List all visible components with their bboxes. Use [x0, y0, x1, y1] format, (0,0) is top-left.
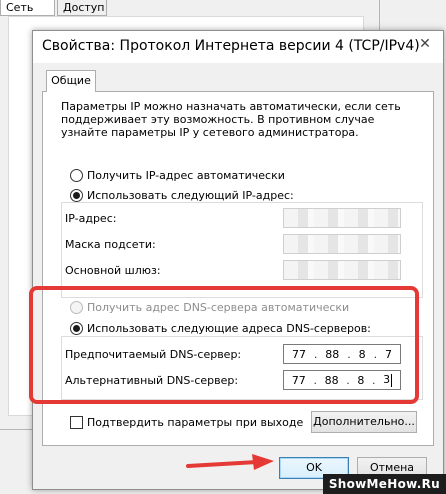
subnet-mask-row: Маска подсети: — [65, 234, 415, 254]
preferred-dns-label: Предпочитаемый DNS-сервер: — [65, 347, 242, 361]
validate-checkbox[interactable] — [70, 415, 83, 429]
alternate-dns-octet-3: 8 — [357, 373, 365, 387]
preferred-dns-octet-4: 7 — [384, 347, 392, 361]
gateway-label: Основной шлюз: — [65, 263, 161, 277]
radio-auto-ip[interactable]: Получить IP-адрес автоматически — [70, 167, 285, 183]
text-caret — [391, 373, 393, 387]
radio-manual-dns[interactable]: Использовать следующие адреса DNS-сервер… — [70, 320, 371, 336]
title-bar: Свойства: Протокол Интернета версии 4 (T… — [33, 31, 443, 63]
gateway-row: Основной шлюз: — [65, 260, 415, 280]
radio-auto-dns-circle — [70, 300, 83, 314]
watermark-logo: ShowMeHow.Ru — [322, 474, 446, 494]
dialog-title: Свойства: Протокол Интернета версии 4 (T… — [42, 38, 420, 54]
alternate-dns-octet-1: 77 — [291, 373, 306, 387]
preferred-dns-input[interactable]: 77 . 88 . 8 . 7 — [283, 344, 401, 364]
octet-separator: . — [347, 347, 351, 361]
preferred-dns-octet-2: 88 — [325, 347, 340, 361]
radio-manual-ip-circle[interactable] — [70, 188, 83, 202]
octet-separator: . — [373, 347, 378, 361]
subnet-mask-input[interactable] — [283, 234, 401, 254]
radio-manual-ip[interactable]: Использовать следующий IP-адрес: — [70, 187, 294, 203]
preferred-dns-octet-1: 77 — [291, 347, 306, 361]
radio-auto-dns: Получить адрес DNS-сервера автоматически — [70, 299, 349, 315]
alternate-dns-octet-4-wrap: 3 — [383, 373, 393, 387]
alternate-dns-row: Альтернативный DNS-сервер: 77 . 88 . 8 .… — [65, 370, 415, 390]
radio-auto-ip-label: Получить IP-адрес автоматически — [87, 168, 285, 182]
tab-general[interactable]: Общие — [46, 70, 96, 92]
ipv4-properties-dialog: Свойства: Протокол Интернета версии 4 (T… — [32, 30, 444, 490]
arrow-annotation-icon — [186, 454, 274, 470]
radio-auto-dns-label: Получить адрес DNS-сервера автоматически — [87, 300, 350, 314]
tab-access[interactable]: Доступ — [57, 0, 107, 16]
alternate-dns-octet-2: 88 — [324, 373, 339, 387]
validate-row[interactable]: Подтвердить параметры при выходе — [70, 414, 303, 430]
alternate-dns-octet-4: 3 — [383, 373, 391, 387]
radio-manual-dns-label: Использовать следующие адреса DNS-сервер… — [87, 321, 371, 335]
gateway-input[interactable] — [283, 260, 401, 280]
octet-separator: . — [313, 347, 318, 361]
intro-text: Параметры IP можно назначать автоматичес… — [61, 100, 401, 139]
radio-manual-dns-circle[interactable] — [70, 321, 83, 335]
preferred-dns-row: Предпочитаемый DNS-сервер: 77 . 88 . 8 .… — [65, 344, 415, 364]
octet-separator: . — [372, 373, 376, 387]
tab-content: Параметры IP можно назначать автоматичес… — [42, 91, 434, 446]
subnet-mask-label: Маска подсети: — [65, 237, 156, 251]
advanced-button[interactable]: Дополнительно... — [311, 411, 417, 433]
radio-manual-ip-label: Использовать следующий IP-адрес: — [87, 188, 294, 202]
ip-address-row: IP-адрес: — [65, 208, 415, 228]
alternate-dns-label: Альтернативный DNS-сервер: — [65, 373, 239, 387]
validate-label: Подтвердить параметры при выходе — [87, 415, 304, 429]
alternate-dns-input[interactable]: 77 . 88 . 8 . 3 — [283, 370, 401, 390]
preferred-dns-octet-3: 8 — [358, 347, 366, 361]
close-icon: ✕ — [419, 36, 431, 52]
octet-separator: . — [313, 373, 317, 387]
close-button[interactable]: ✕ — [407, 31, 443, 57]
tab-network[interactable]: Сеть — [0, 0, 55, 16]
ip-address-label: IP-адрес: — [65, 211, 117, 225]
ip-address-input[interactable] — [283, 208, 401, 228]
octet-separator: . — [346, 373, 350, 387]
radio-auto-ip-circle[interactable] — [70, 168, 83, 182]
